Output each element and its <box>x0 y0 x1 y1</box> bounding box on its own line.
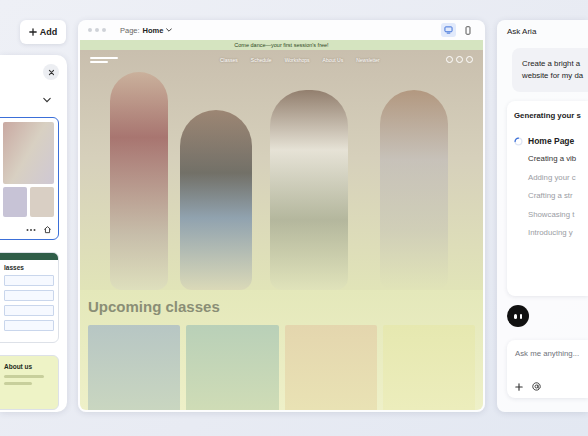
thumbnail-line <box>4 375 44 378</box>
thumbnail-line <box>4 320 54 331</box>
nav-item[interactable]: Classes <box>220 57 238 63</box>
social-icon[interactable] <box>466 56 473 63</box>
window-dot[interactable] <box>88 28 92 32</box>
thumbnail-header <box>0 253 58 260</box>
collapse-toggle[interactable] <box>0 94 59 106</box>
status-steps: Creating a vib Adding your c Crafting a st… <box>514 153 588 239</box>
page-actions <box>3 220 54 239</box>
status-step: Showcasing t <box>528 209 588 221</box>
class-card[interactable] <box>383 325 475 410</box>
add-label: Add <box>40 27 58 37</box>
dancer-figure <box>270 90 348 290</box>
page-list: lasses About us <box>0 117 59 410</box>
nav-item[interactable]: Workshops <box>285 57 310 63</box>
window-dot[interactable] <box>95 28 99 32</box>
status-page-label: Home Page <box>528 136 574 146</box>
nav-item[interactable]: Schedule <box>251 57 272 63</box>
editor-window: Page:Home Come dance—your first session's… <box>78 20 485 412</box>
panel-header <box>0 64 59 80</box>
site-nav: Classes Schedule Workshops About Us Newslett… <box>80 50 483 69</box>
assistant-title: Ask Aria <box>507 27 588 37</box>
section-title: Upcoming classes <box>88 298 475 315</box>
status-step: Creating a vib <box>528 153 588 165</box>
home-icon[interactable] <box>43 225 52 234</box>
dancer-figure <box>180 110 252 290</box>
close-icon <box>48 69 55 76</box>
thumbnail-line <box>4 275 54 286</box>
desktop-icon <box>444 26 453 34</box>
class-card[interactable] <box>186 325 278 410</box>
message-line: Create a bright a <box>522 58 588 70</box>
page-select[interactable]: Page:Home <box>120 26 172 35</box>
page-name: Home <box>143 26 164 35</box>
thumbnail-title: About us <box>4 363 54 370</box>
thumbnail-line <box>4 290 54 301</box>
user-message: Create a bright awebsite for my da <box>512 48 588 92</box>
status-step: Introducing y <box>528 227 588 239</box>
thumbnail-title: lasses <box>0 260 58 275</box>
class-card[interactable] <box>88 325 180 410</box>
mobile-icon <box>465 26 471 35</box>
more-icon[interactable] <box>26 228 36 232</box>
add-button[interactable]: Add <box>20 20 66 44</box>
input-tools <box>515 382 588 391</box>
plus-icon[interactable] <box>515 383 523 391</box>
thumbnail-tile <box>30 187 54 217</box>
aria-avatar-icon <box>507 305 529 327</box>
site-logo[interactable] <box>90 57 120 63</box>
thumbnail-row <box>3 187 54 217</box>
classes-section: Upcoming classes <box>80 290 483 410</box>
chevron-down-icon <box>43 97 51 103</box>
status-step: Crafting a str <box>528 190 588 202</box>
thumbnail-hero <box>3 122 54 184</box>
logo-mark <box>90 61 108 63</box>
dancer-figure <box>110 72 168 290</box>
social-icon[interactable] <box>456 56 463 63</box>
thumbnail-line <box>4 305 54 316</box>
pages-panel: lasses About us <box>0 55 67 412</box>
status-title: Generating your s <box>514 111 588 120</box>
promo-banner: Come dance—your first session's free! <box>80 40 483 50</box>
app-canvas: Add lasses About us Page:Home Come dance—you… <box>0 0 588 436</box>
class-cards <box>88 325 475 410</box>
device-button[interactable] <box>441 23 456 37</box>
page-thumbnail[interactable]: About us <box>0 355 59 410</box>
plus-icon <box>29 28 37 36</box>
chat-input[interactable]: Ask me anything... <box>507 340 588 398</box>
avatar-eye <box>514 314 517 319</box>
page-thumbnail[interactable]: lasses <box>0 252 59 343</box>
page-thumbnail[interactable] <box>0 117 59 240</box>
close-button[interactable] <box>43 64 59 80</box>
chevron-down-icon <box>166 28 172 32</box>
status-step: Adding your c <box>528 172 588 184</box>
thumbnail-tile <box>3 187 27 217</box>
hero-image: Classes Schedule Workshops About Us Newslett… <box>80 50 483 290</box>
device-button[interactable] <box>460 23 475 37</box>
avatar-eye <box>520 314 523 319</box>
device-switcher <box>441 23 475 37</box>
input-placeholder: Ask me anything... <box>515 349 588 358</box>
thumbnail-line <box>4 382 32 385</box>
nav-item[interactable]: About Us <box>323 57 344 63</box>
window-dot[interactable] <box>102 28 106 32</box>
page-label: Page: <box>120 26 140 35</box>
nav-menu: Classes Schedule Workshops About Us Newslett… <box>220 57 380 63</box>
editor-toolbar: Page:Home <box>80 20 483 40</box>
left-column: Add lasses About us <box>0 0 67 436</box>
class-card[interactable] <box>285 325 377 410</box>
spinner-icon <box>514 137 523 146</box>
site-preview: Come dance—your first session's free! Cla… <box>80 40 483 410</box>
mention-icon[interactable] <box>532 382 541 391</box>
nav-item[interactable]: Newsletter <box>356 57 380 63</box>
message-line: website for my da <box>522 70 588 82</box>
window-controls <box>88 28 106 32</box>
assistant-panel: Ask Aria Create a bright awebsite for my … <box>497 20 588 412</box>
status-page: Home Page <box>514 136 588 146</box>
logo-mark <box>90 57 118 59</box>
dancer-figure <box>380 90 448 290</box>
generation-status: Generating your s Home Page Creating a vib… <box>507 101 588 296</box>
social-icon[interactable] <box>446 56 453 63</box>
social-links <box>446 56 473 63</box>
